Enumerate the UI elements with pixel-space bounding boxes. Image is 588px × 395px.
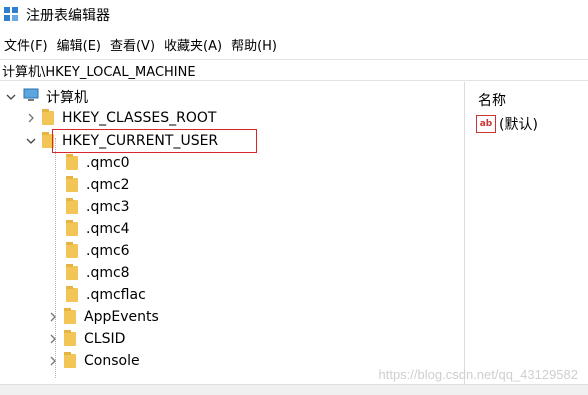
tree-node-qmc4[interactable]: .qmc4 <box>66 218 130 239</box>
tree-node-qmc6[interactable]: .qmc6 <box>66 240 130 261</box>
tree-node-label: AppEvents <box>84 308 159 325</box>
folder-icon <box>66 153 78 170</box>
tree-node-qmc0[interactable]: .qmc0 <box>66 152 130 173</box>
folder-icon <box>66 175 78 192</box>
tree-node-label: .qmcflac <box>86 286 146 303</box>
tree-node-appevents[interactable]: AppEvents <box>46 306 159 327</box>
menu-bar: 文件(F) 编辑(E) 查看(V) 收藏夹(A) 帮助(H) <box>0 33 588 55</box>
menu-file[interactable]: 文件(F) <box>0 35 53 54</box>
menu-view[interactable]: 查看(V) <box>106 35 160 54</box>
folder-icon <box>64 351 76 368</box>
value-row[interactable]: ab (默认) <box>476 114 538 134</box>
folder-icon <box>66 263 78 280</box>
tree-node-qmcflac[interactable]: .qmcflac <box>66 284 146 305</box>
tree-node-label: Console <box>84 352 140 369</box>
menu-help[interactable]: 帮助(H) <box>227 35 282 54</box>
folder-icon <box>42 108 54 125</box>
tree-node-qmc2[interactable]: .qmc2 <box>66 174 130 195</box>
highlight-annotation-box <box>52 129 257 153</box>
folder-icon <box>66 197 78 214</box>
tree-node-label: .qmc0 <box>86 154 130 171</box>
computer-icon <box>22 88 40 106</box>
tree-node-label: CLSID <box>84 330 126 347</box>
tree-node-label: 计算机 <box>46 89 88 106</box>
title-bar: 注册表编辑器 <box>0 0 588 30</box>
menu-favorites[interactable]: 收藏夹(A) <box>160 35 227 54</box>
folder-icon <box>66 219 78 236</box>
values-pane[interactable]: 名称 ab (默认) <box>470 82 588 384</box>
horizontal-scrollbar[interactable] <box>0 384 588 395</box>
address-bar[interactable]: 计算机\HKEY_LOCAL_MACHINE <box>0 59 588 81</box>
chevron-right-icon[interactable] <box>46 334 60 344</box>
folder-icon <box>64 307 76 324</box>
chevron-right-icon[interactable] <box>46 356 60 366</box>
folder-icon <box>66 241 78 258</box>
tree-node-label: HKEY_CLASSES_ROOT <box>62 109 217 126</box>
tree-node-qmc8[interactable]: .qmc8 <box>66 262 130 283</box>
window-title: 注册表编辑器 <box>26 8 110 24</box>
address-text[interactable]: 计算机\HKEY_LOCAL_MACHINE <box>2 61 196 80</box>
string-value-icon: ab <box>476 115 496 133</box>
tree-node-clsid[interactable]: CLSID <box>46 328 125 349</box>
tree-node-console[interactable]: Console <box>46 350 140 371</box>
menu-edit[interactable]: 编辑(E) <box>53 35 106 54</box>
regedit-icon <box>4 7 20 23</box>
tree-node-computer[interactable]: 计算机 <box>4 86 88 107</box>
chevron-right-icon[interactable] <box>24 113 38 123</box>
folder-icon <box>66 285 78 302</box>
tree-node-label: .qmc8 <box>86 264 130 281</box>
tree-node-qmc3[interactable]: .qmc3 <box>66 196 130 217</box>
tree-node-label: .qmc4 <box>86 220 130 237</box>
folder-icon <box>64 329 76 346</box>
value-name: (默认) <box>499 117 538 133</box>
tree-node-hkcr[interactable]: HKEY_CLASSES_ROOT <box>24 107 216 128</box>
key-tree[interactable]: 计算机 HKEY_CLASSES_ROOT HKEY_CURRENT_USER … <box>0 82 462 384</box>
chevron-down-icon[interactable] <box>24 136 38 146</box>
watermark: https://blog.csdn.net/qq_43129582 <box>378 367 579 382</box>
tree-node-label: .qmc2 <box>86 176 130 193</box>
pane-splitter[interactable] <box>464 82 469 384</box>
tree-node-label: .qmc3 <box>86 198 130 215</box>
chevron-right-icon[interactable] <box>46 312 60 322</box>
tree-node-label: .qmc6 <box>86 242 130 259</box>
column-header-name[interactable]: 名称 <box>478 90 506 110</box>
chevron-down-icon[interactable] <box>4 92 18 102</box>
